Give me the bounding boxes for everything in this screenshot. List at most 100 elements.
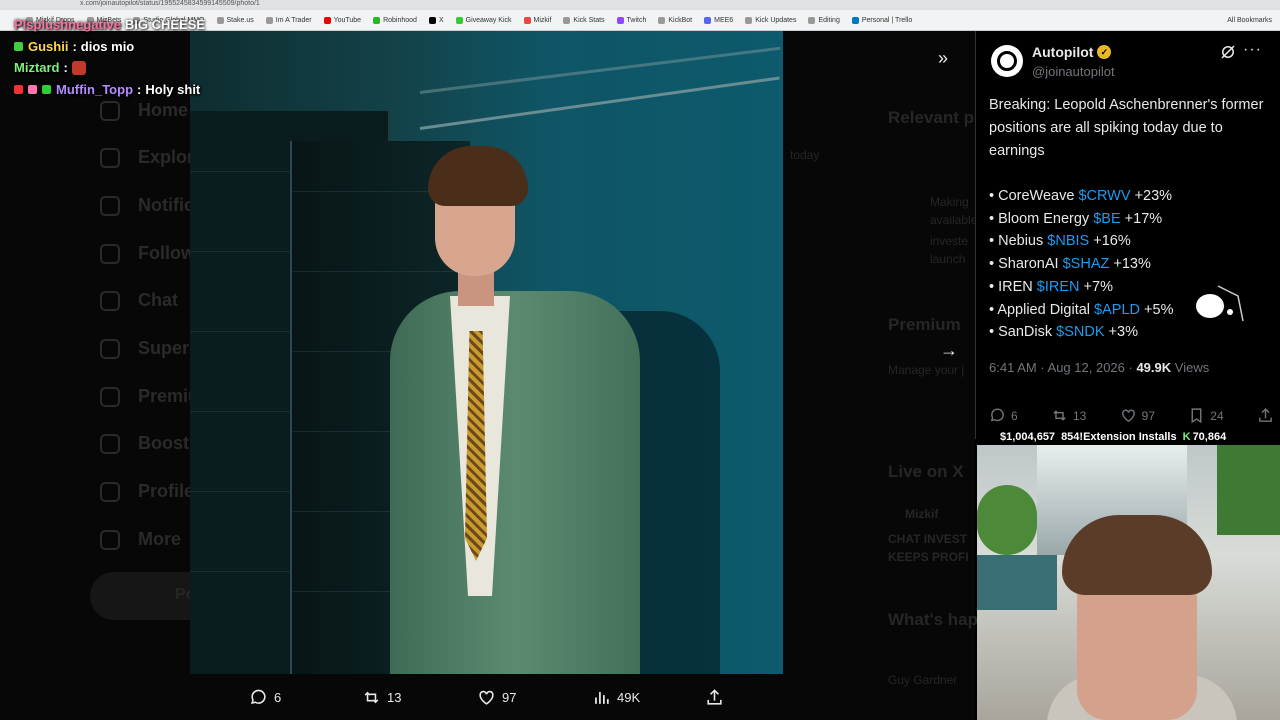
bookmark-9[interactable]: Mizkif	[523, 16, 551, 24]
ticker-item: • SharonAI $SHAZ +13%	[989, 256, 1151, 273]
cat-sticker-icon	[1196, 285, 1244, 322]
bg-nav-boost: Boost	[100, 433, 189, 454]
chat-badge-icon	[14, 41, 23, 51]
bg-nav-super: Super	[100, 338, 189, 359]
lightning-icon	[100, 338, 120, 359]
cashtag-link[interactable]: $IREN	[1037, 279, 1080, 295]
reply-count: 6	[1011, 408, 1018, 423]
bookmark-4[interactable]: Im A Trader	[265, 16, 312, 24]
bg-small-5: Manage your j	[888, 363, 965, 377]
bg-live-heading: Live on X	[888, 462, 964, 481]
bg-small-3: investe	[930, 234, 969, 248]
bookmark-15[interactable]: Editing	[808, 16, 840, 24]
bg-nav-more: More	[100, 529, 181, 550]
cashtag-link[interactable]: $SHAZ	[1063, 256, 1110, 272]
all-bookmarks[interactable]: All Bookmarks	[1227, 10, 1272, 31]
author-name[interactable]: Autopilot ✓	[1032, 44, 1112, 60]
cashtag-link[interactable]: $SNDK	[1056, 324, 1104, 340]
tweet-actions: 6 13 97 24	[989, 407, 1274, 424]
bookmark-13[interactable]: MEE6	[704, 16, 733, 24]
bg-nav-profile: Profile	[100, 481, 194, 502]
address-bar[interactable]: x.com/joinautopilot/status/1955245834599…	[80, 0, 260, 7]
ticker-item: • Nebius $NBIS +16%	[989, 233, 1131, 250]
chat-text: dios mio	[80, 38, 135, 54]
bookmark-3[interactable]: Stake.us	[216, 16, 254, 24]
like-count: 97	[1141, 408, 1155, 423]
hair	[428, 146, 528, 206]
webcam-feed	[977, 445, 1280, 720]
steering-wheel-icon	[997, 51, 1017, 71]
repost-icon	[1053, 410, 1066, 421]
chat-message: Plsplushnegative BIG CHEESE	[14, 14, 205, 36]
stream-stats-bar: $1,004,657 854!Extension Installs K 70,8…	[1000, 431, 1270, 445]
bg-nav-home: Home	[100, 100, 188, 121]
chat-username: Miztard	[14, 60, 60, 76]
ticker-item: • Bloom Energy $BE +17%	[989, 210, 1163, 227]
bookmark-14[interactable]: Kick Updates	[745, 16, 796, 24]
chat-badge-icon	[28, 84, 37, 94]
bookmark-6[interactable]: Robinhood	[373, 16, 417, 24]
heart-icon	[479, 690, 494, 705]
chat-icon	[100, 290, 120, 311]
cashtag-link[interactable]: $APLD	[1094, 302, 1140, 318]
tweet-panel: Autopilot ✓ @joinautopilot ··· Breaking:…	[975, 31, 1280, 439]
k-counter: 70,864	[1192, 431, 1227, 443]
cashtag-link[interactable]: $NBIS	[1047, 233, 1089, 249]
bookmark-7[interactable]: X	[428, 16, 444, 24]
bookmark-5[interactable]: YouTube	[323, 16, 361, 24]
media-like-button[interactable]: 97	[477, 688, 516, 707]
media-repost-button[interactable]: 13	[362, 688, 401, 707]
bg-small-7: CHAT INVEST	[888, 532, 968, 546]
plant	[1217, 445, 1280, 535]
bookmark-16[interactable]: Personal | Trello	[851, 16, 912, 24]
bg-nav-follow: Follow	[100, 243, 195, 264]
cashtag-link[interactable]: $CRWV	[1078, 188, 1130, 204]
person-plus-icon	[100, 243, 120, 264]
bg-small-1: Making	[930, 195, 969, 209]
bookmark-11[interactable]: Twitch	[616, 16, 646, 24]
tweet-photo[interactable]	[190, 31, 783, 674]
media-like-count: 97	[502, 689, 517, 705]
collapse-sidebar-icon[interactable]: »	[938, 48, 948, 69]
bookmark-icon	[1191, 408, 1202, 424]
search-icon	[100, 147, 120, 168]
views-chart-icon	[595, 691, 609, 704]
streamer-hair	[1062, 515, 1212, 595]
chat-badge-icon	[14, 84, 23, 94]
browser-tab-strip: x.com/joinautopilot/status/1955245834599…	[0, 0, 1280, 10]
share-icon	[707, 688, 722, 705]
chat-message: Muffin_Topp: Holy shit	[14, 79, 205, 101]
media-views-button[interactable]: 49K	[592, 688, 640, 707]
media-reply-button[interactable]: 6	[249, 688, 281, 707]
bg-small-8: KEEPS PROFI	[888, 550, 969, 564]
author-avatar[interactable]	[991, 45, 1023, 77]
bookmark-8[interactable]: Giveaway Kick	[455, 16, 512, 24]
share-button[interactable]	[1257, 407, 1274, 424]
grok-icon[interactable]	[1219, 43, 1237, 61]
bg-small-10: today	[790, 148, 820, 162]
bookmark-12[interactable]: KickBot	[658, 16, 692, 24]
bookmark-button[interactable]: 24	[1188, 407, 1224, 424]
plant	[977, 485, 1037, 555]
bookmark-10[interactable]: Kick Stats	[563, 16, 605, 24]
green-suit	[390, 291, 640, 674]
repost-button[interactable]: 13	[1051, 407, 1086, 424]
tweet-timestamp[interactable]: 6:41 AM · Aug 12, 2026 · 49.9K Views	[989, 360, 1209, 375]
chat-username: Gushii	[28, 38, 69, 54]
tweet-text: Breaking: Leopold Aschenbrenner's former…	[989, 97, 1264, 159]
bell-icon	[100, 195, 120, 216]
bg-nav-explore: Explore	[100, 147, 204, 168]
bookmark-count: 24	[1210, 408, 1224, 423]
x-icon	[100, 386, 120, 407]
chat-badge-icon	[42, 84, 51, 94]
k-icon: K	[1182, 431, 1191, 443]
media-share-button[interactable]	[705, 688, 724, 707]
media-reply-count: 6	[274, 689, 282, 705]
chat-text: Holy shit	[145, 81, 201, 97]
next-image-arrow-icon[interactable]: →	[940, 340, 958, 361]
more-options-icon[interactable]: ···	[1243, 41, 1262, 59]
author-handle[interactable]: @joinautopilot	[1032, 64, 1115, 79]
cashtag-link[interactable]: $BE	[1093, 211, 1120, 227]
reply-button[interactable]: 6	[989, 407, 1018, 424]
like-button[interactable]: 97	[1120, 407, 1155, 424]
